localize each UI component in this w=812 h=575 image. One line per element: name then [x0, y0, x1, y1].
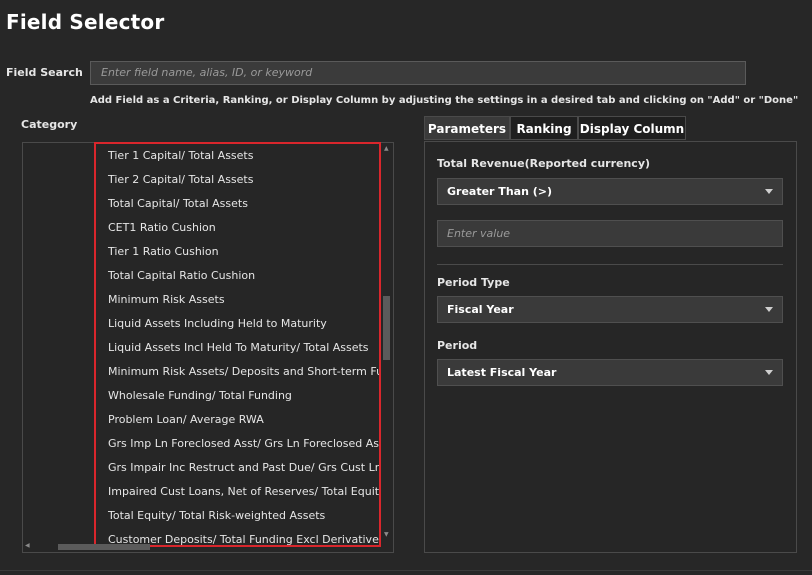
category-field-list: Tier 1 Capital/ Total Assets Tier 2 Capi…: [94, 142, 381, 547]
scroll-down-arrow-icon[interactable]: ▼: [384, 531, 389, 538]
chevron-down-icon: [765, 189, 773, 194]
period-dropdown[interactable]: Latest Fiscal Year: [437, 359, 783, 386]
operator-dropdown[interactable]: Greater Than (>): [437, 178, 783, 205]
list-item[interactable]: Problem Loan/ Average RWA: [96, 408, 379, 432]
list-item[interactable]: Tier 1 Capital/ Total Assets: [96, 144, 379, 168]
list-item[interactable]: Liquid Assets Including Held to Maturity: [96, 312, 379, 336]
footer-divider: [0, 570, 812, 571]
field-search-input[interactable]: Enter field name, alias, ID, or keyword: [90, 61, 746, 85]
vertical-scroll-thumb[interactable]: [383, 296, 390, 360]
horizontal-scroll-thumb[interactable]: [58, 544, 150, 550]
tab-display-column[interactable]: Display Column: [578, 116, 686, 140]
value-input[interactable]: Enter value: [437, 220, 783, 247]
period-value: Latest Fiscal Year: [447, 366, 557, 379]
tab-parameters[interactable]: Parameters: [424, 116, 510, 140]
list-item[interactable]: Liquid Assets Incl Held To Maturity/ Tot…: [96, 336, 379, 360]
list-item[interactable]: Minimum Risk Assets: [96, 288, 379, 312]
divider: [437, 264, 783, 265]
list-item[interactable]: Wholesale Funding/ Total Funding: [96, 384, 379, 408]
operator-value: Greater Than (>): [447, 185, 552, 198]
list-item[interactable]: Total Capital/ Total Assets: [96, 192, 379, 216]
list-item[interactable]: Impaired Cust Loans, Net of Reserves/ To…: [96, 480, 379, 504]
period-type-dropdown[interactable]: Fiscal Year: [437, 296, 783, 323]
field-name-label: Total Revenue(Reported currency): [437, 157, 651, 170]
list-item[interactable]: Grs Impair Inc Restruct and Past Due/ Gr…: [96, 456, 379, 480]
scroll-left-arrow-icon[interactable]: ◀: [25, 542, 30, 549]
list-item[interactable]: Total Capital Ratio Cushion: [96, 264, 379, 288]
field-search-label: Field Search: [6, 66, 83, 79]
scroll-up-arrow-icon[interactable]: ▲: [384, 145, 389, 152]
list-item[interactable]: Total Equity/ Total Risk-weighted Assets: [96, 504, 379, 528]
list-item[interactable]: Minimum Risk Assets/ Deposits and Short-…: [96, 360, 379, 384]
chevron-down-icon: [765, 370, 773, 375]
list-item[interactable]: CET1 Ratio Cushion: [96, 216, 379, 240]
chevron-down-icon: [765, 307, 773, 312]
tab-ranking[interactable]: Ranking: [510, 116, 578, 140]
list-item[interactable]: Grs Imp Ln Foreclosed Asst/ Grs Ln Forec…: [96, 432, 379, 456]
list-item[interactable]: Tier 1 Ratio Cushion: [96, 240, 379, 264]
list-item[interactable]: Tier 2 Capital/ Total Assets: [96, 168, 379, 192]
period-label: Period: [437, 339, 478, 352]
page-title: Field Selector: [6, 10, 165, 34]
instruction-text: Add Field as a Criteria, Ranking, or Dis…: [90, 95, 799, 106]
category-label: Category: [21, 118, 78, 131]
period-type-label: Period Type: [437, 276, 510, 289]
period-type-value: Fiscal Year: [447, 303, 514, 316]
